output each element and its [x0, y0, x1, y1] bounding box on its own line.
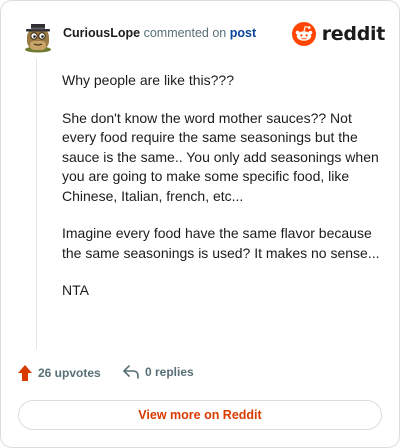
- upvote-arrow-icon: [18, 365, 32, 381]
- reddit-snoo-icon: [291, 22, 316, 46]
- post-link[interactable]: post: [230, 26, 256, 40]
- comment-action-text: commented on: [143, 26, 227, 40]
- reddit-comment-embed-card: CuriousLope commented on post reddit Why…: [0, 0, 400, 448]
- comment-paragraph: Why people are like this???: [62, 72, 234, 88]
- comment-header: CuriousLope commented on post reddit: [19, 15, 385, 55]
- comment-byline: CuriousLope commented on post: [63, 26, 256, 40]
- upvotes-count: 26 upvotes: [38, 366, 101, 380]
- comment-paragraph: Imagine every food have the same flavor …: [62, 225, 380, 261]
- replies-stat[interactable]: 0 replies: [123, 365, 194, 379]
- reply-arrow-icon: [123, 365, 139, 379]
- reddit-wordmark: reddit: [321, 23, 386, 45]
- view-more-on-reddit-button[interactable]: View more on Reddit: [18, 400, 382, 430]
- replies-count: 0 replies: [145, 365, 194, 379]
- comment-paragraph: She don't know the word mother sauces?? …: [62, 109, 379, 204]
- comment-author[interactable]: CuriousLope: [63, 26, 140, 40]
- upvotes-stat[interactable]: 26 upvotes: [18, 365, 101, 381]
- comment-body: Why people are like this??? She don't kn…: [62, 71, 382, 319]
- user-avatar[interactable]: [21, 15, 55, 53]
- reddit-brand-link[interactable]: reddit: [291, 20, 386, 48]
- comment-paragraph: NTA: [62, 282, 89, 298]
- thread-line: [36, 59, 37, 349]
